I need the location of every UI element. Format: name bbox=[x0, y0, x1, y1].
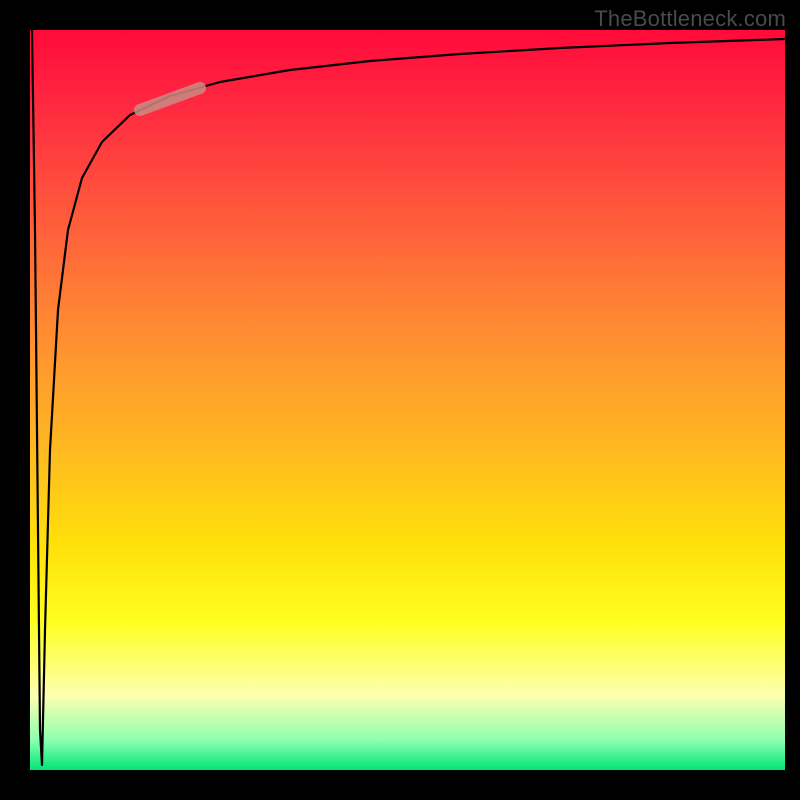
curve-layer bbox=[30, 30, 785, 770]
watermark-text: TheBottleneck.com bbox=[594, 6, 786, 32]
chart-stage: TheBottleneck.com bbox=[0, 0, 800, 800]
bottleneck-curve bbox=[32, 30, 785, 765]
plot-area bbox=[30, 30, 785, 770]
highlight-marker bbox=[140, 88, 200, 110]
